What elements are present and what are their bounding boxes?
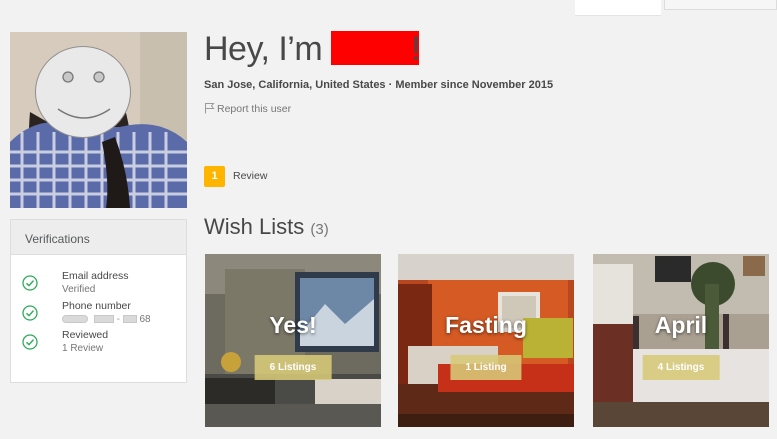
phone-last-digits: 68 bbox=[139, 314, 151, 325]
masked-digits bbox=[93, 315, 114, 324]
wishlist-listings-count: 4 Listings bbox=[642, 355, 720, 380]
verifications-title: Verifications bbox=[11, 220, 186, 255]
location-member-since: San Jose, California, United States · Me… bbox=[204, 79, 554, 91]
wishlist-listings-count: 6 Listings bbox=[254, 355, 332, 380]
verification-email-status: Verified bbox=[62, 284, 96, 295]
review-label[interactable]: Review bbox=[233, 170, 267, 182]
wishlist-card-april[interactable]: April 4 Listings bbox=[593, 254, 769, 427]
wish-lists-count: (3) bbox=[310, 221, 329, 238]
wishlist-name: April bbox=[654, 312, 708, 338]
check-circle-icon bbox=[22, 305, 38, 321]
verification-phone-title: Phone number bbox=[62, 300, 131, 312]
greeting-prefix: Hey, I’m bbox=[204, 30, 323, 68]
redacted-name bbox=[331, 31, 420, 65]
flag-icon bbox=[205, 103, 215, 114]
wishlist-name: Yes! bbox=[269, 312, 317, 338]
greeting-suffix: ! bbox=[411, 30, 421, 68]
wishlist-card-fasting[interactable]: Fasting 1 Listing bbox=[398, 254, 574, 427]
check-circle-icon bbox=[22, 275, 38, 291]
wish-lists-title: Wish Lists bbox=[204, 214, 305, 239]
report-user-link[interactable]: Report this user bbox=[204, 102, 291, 115]
wishlist-cover-image bbox=[593, 254, 769, 427]
header-menu-box[interactable] bbox=[664, 0, 777, 10]
report-user-label: Report this user bbox=[217, 103, 292, 115]
profile-photo bbox=[10, 32, 187, 208]
masked-digits bbox=[122, 315, 137, 324]
verifications-card: Verifications Email address Verified Pho… bbox=[10, 219, 187, 383]
wishlist-cover-image bbox=[205, 254, 381, 427]
verification-email-title: Email address bbox=[62, 270, 129, 282]
header-input-box[interactable] bbox=[575, 0, 661, 16]
wishlist-name: Fasting bbox=[445, 312, 527, 338]
masked-digits bbox=[62, 315, 88, 324]
page-title: Hey, I’m ! bbox=[204, 30, 421, 69]
verification-reviewed-status: 1 Review bbox=[62, 343, 104, 354]
verification-phone-number: - 68 bbox=[62, 314, 151, 325]
wishlist-card-yes[interactable]: Yes! 6 Listings bbox=[205, 254, 381, 427]
smiley-face-icon bbox=[35, 46, 131, 138]
verification-reviewed-title: Reviewed bbox=[62, 329, 109, 341]
wish-lists-heading: Wish Lists (3) bbox=[204, 214, 329, 240]
review-count-badge[interactable]: 1 bbox=[204, 166, 225, 187]
wishlist-listings-count: 1 Listing bbox=[450, 355, 522, 380]
check-circle-icon bbox=[22, 334, 38, 350]
wishlist-cover-image bbox=[398, 254, 574, 427]
